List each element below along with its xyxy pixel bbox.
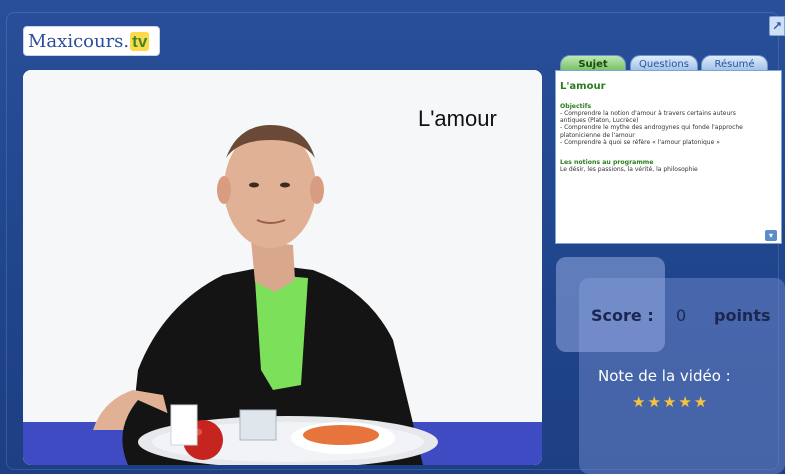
star-icon[interactable]: ★ [647, 393, 662, 411]
score-panel-highlight [556, 257, 665, 352]
score-value: 0 [676, 306, 687, 325]
star-icon[interactable]: ★ [663, 393, 678, 411]
score-unit: points [714, 306, 771, 325]
video-player[interactable]: L'amour [23, 70, 542, 465]
star-icon[interactable]: ★ [678, 393, 693, 411]
sujet-panel: L'amour Objectifs - Comprendre la notion… [555, 70, 782, 244]
objectifs-line: antiques (Platon, Lucrèce) [560, 117, 639, 125]
notions-section: Les notions au programme Le désir, les p… [560, 159, 770, 173]
star-icon[interactable]: ★ [632, 393, 647, 411]
logo-tv: tv [130, 32, 150, 51]
expand-icon[interactable]: ↗ [769, 16, 785, 36]
objectifs-line: - Comprendre à quoi se réfère « l'amour … [560, 138, 720, 146]
rating-stars[interactable]: ★★★★★ [632, 393, 709, 411]
notions-heading: Les notions au programme [560, 159, 654, 166]
objectifs-line: platonicienne de l'amour [560, 131, 635, 139]
star-icon[interactable]: ★ [694, 393, 709, 411]
objectifs-section: Objectifs - Comprendre la notion d'amour… [560, 103, 770, 146]
logo-text: Maxicours. [28, 31, 130, 52]
objectifs-heading: Objectifs [560, 103, 592, 110]
objectifs-line: - Comprendre la notion d'amour à travers… [560, 110, 736, 117]
panel-title: L'amour [560, 81, 606, 92]
objectifs-line: - Comprendre le mythe des androgynes qui… [560, 124, 743, 132]
maxicours-logo: Maxicours. tv [23, 26, 160, 56]
score-label: Score : [591, 306, 654, 325]
notions-text: Le désir, les passions, la vérité, la ph… [560, 166, 698, 173]
rating-label: Note de la vidéo : [598, 367, 731, 385]
scroll-down-icon[interactable]: ▾ [765, 230, 777, 241]
video-title: L'amour [418, 106, 497, 131]
